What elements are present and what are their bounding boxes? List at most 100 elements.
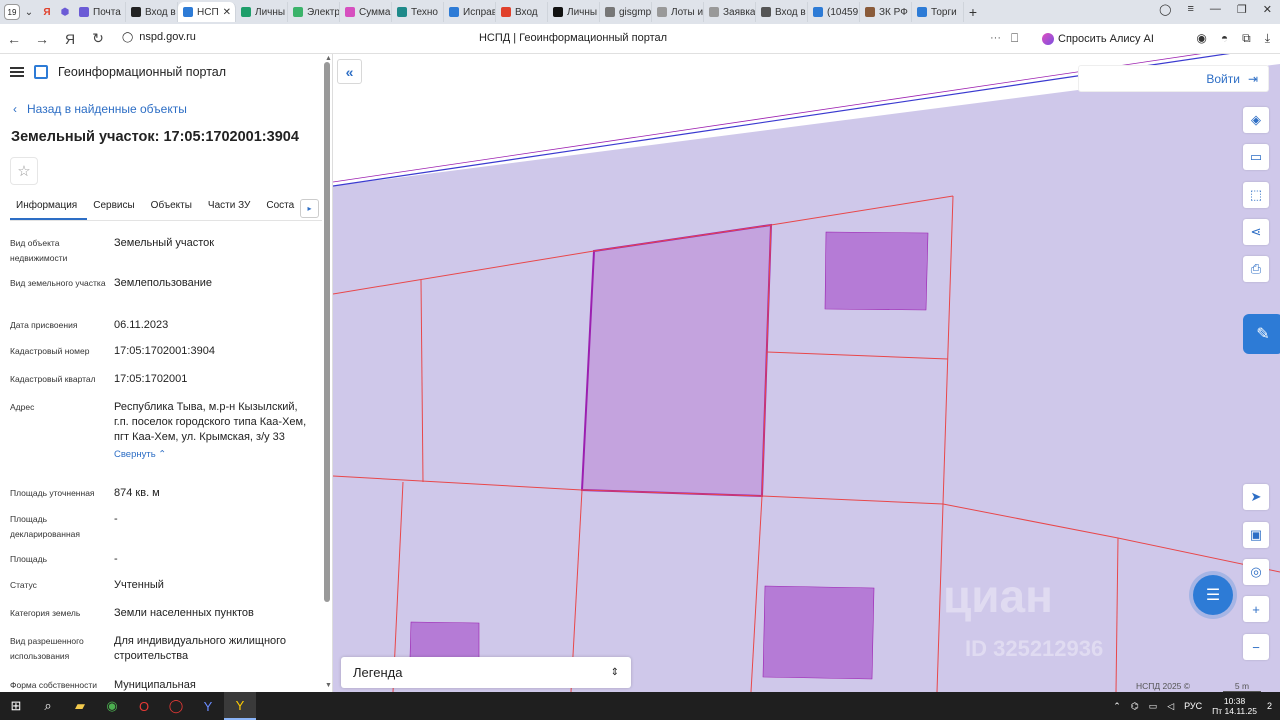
property-value-text: Земельный участок <box>114 237 215 249</box>
opera-gx-icon[interactable]: ◯ <box>160 692 192 720</box>
tray-up-icon[interactable]: ⌃ <box>1113 701 1121 712</box>
zoom-out-icon[interactable]: − <box>1243 634 1269 660</box>
windows-start-icon[interactable]: ⊞ <box>0 692 32 720</box>
property-value: Земли населенных пунктов <box>114 606 314 621</box>
browser-tab[interactable]: Сумма <box>340 2 392 22</box>
more-dots-icon[interactable]: ··· <box>990 32 1001 44</box>
property-key: Площадь декларированная <box>10 514 80 539</box>
ask-alice-button[interactable]: Спросить Алису AI <box>1036 28 1160 50</box>
browser-tab[interactable]: Почта <box>74 2 126 22</box>
yandex-icon[interactable]: Я <box>38 3 56 21</box>
window-controls: ◯ ≡ — ❐ ✕ <box>1159 3 1272 16</box>
network-icon[interactable]: ⌬ <box>1131 701 1139 712</box>
map-canvas[interactable]: циан ID 325212936 « Войти ⇥ ◈ ▭ ⬚ ⋖ ⎙ ✎ … <box>333 54 1280 692</box>
locate-icon[interactable]: ◎ <box>1243 559 1269 585</box>
minimize-icon[interactable]: — <box>1210 3 1221 16</box>
collapse-label: Свернуть <box>114 449 156 460</box>
panel-scrollbar[interactable] <box>324 62 330 602</box>
property-key: Площадь уточненная <box>10 488 95 498</box>
bookmark-icon[interactable]: ⎕ <box>1011 31 1018 46</box>
browser-tab[interactable]: Вход <box>496 2 548 22</box>
browser-tab[interactable]: Личны <box>236 2 288 22</box>
tab-0[interactable]: Информация <box>10 197 88 220</box>
tabs-scroll-right-icon[interactable]: ▸ <box>300 199 319 218</box>
new-tab-plus-icon[interactable]: + <box>964 3 982 21</box>
browser-tab[interactable]: Исправ <box>444 2 496 22</box>
notifications-badge[interactable]: 2 <box>1267 701 1272 711</box>
login-button[interactable]: Войти ⇥ <box>1078 65 1269 92</box>
tab-favicon-icon <box>761 7 771 17</box>
explorer-icon[interactable]: ▰ <box>64 692 96 720</box>
browser-tab[interactable]: Торги <box>912 2 964 22</box>
clock[interactable]: 10:38 Пт 14.11.25 <box>1212 696 1257 716</box>
battery-icon[interactable]: ▭ <box>1149 701 1158 712</box>
property-value-text: Муниципальная <box>114 679 196 691</box>
tab-favicon-icon <box>657 7 667 17</box>
browser-tab[interactable]: (10459 <box>808 2 860 22</box>
tab-favicon-icon <box>709 7 719 17</box>
tab-3[interactable]: Части ЗУ <box>202 197 260 220</box>
tab-close-icon[interactable]: ✕ <box>223 7 231 18</box>
yandex-browser-active-icon[interactable]: Y <box>224 692 256 720</box>
browser-tab[interactable]: gisgmp <box>600 2 652 22</box>
menu-icon[interactable]: ≡ <box>1187 3 1193 16</box>
yandex-browser-icon[interactable]: Y <box>192 692 224 720</box>
puzzle-icon[interactable]: ⧉ <box>1242 31 1251 46</box>
back-to-results-link[interactable]: ‹ Назад в найденные объекты <box>13 102 187 116</box>
chrome-icon[interactable]: ◉ <box>96 692 128 720</box>
scroll-up-icon[interactable]: ▲ <box>325 55 332 62</box>
profile-icon[interactable]: ◯ <box>1159 3 1171 16</box>
tab-label: gisgmp <box>619 6 652 18</box>
browser-tab[interactable]: Лоты и <box>652 2 704 22</box>
object-title: Земельный участок: 17:05:1702001:3904 <box>11 129 299 145</box>
legend-dropdown[interactable]: Легенда ⇕ <box>341 657 631 688</box>
property-value: 17:05:1702001 <box>114 372 314 387</box>
opera-icon[interactable]: O <box>128 692 160 720</box>
property-key: Дата присвоения <box>10 320 78 330</box>
restore-icon[interactable]: ❐ <box>1237 3 1247 16</box>
property-key: Адрес <box>10 402 35 412</box>
tab-1[interactable]: Сервисы <box>87 197 144 220</box>
close-window-icon[interactable]: ✕ <box>1263 3 1272 16</box>
navigate-icon[interactable]: ➤ <box>1243 484 1269 510</box>
tab-4[interactable]: Соста <box>260 197 304 220</box>
profile-extension-icon[interactable]: ◉ <box>1196 31 1206 46</box>
browser-tab[interactable]: НСП ✕ <box>178 2 236 22</box>
collapse-panel-icon[interactable]: « <box>337 59 362 84</box>
select-area-icon[interactable]: ⬚ <box>1243 182 1269 208</box>
chevron-left-icon: ‹ <box>13 102 17 116</box>
scroll-down-icon[interactable]: ▼ <box>325 682 332 689</box>
building <box>762 585 875 680</box>
feedback-icon[interactable]: ✎ <box>1243 314 1280 354</box>
tab-2[interactable]: Объекты <box>145 197 202 220</box>
collapse-address-link[interactable]: Свернуть ⌃ <box>114 447 314 462</box>
chat-icon[interactable]: ☰ <box>1193 575 1233 615</box>
browser-tab[interactable]: Заявка <box>704 2 756 22</box>
ruler-icon[interactable]: ▭ <box>1243 144 1269 170</box>
browser-tab[interactable]: Электр <box>288 2 340 22</box>
volume-icon[interactable]: ◁ <box>1167 701 1174 712</box>
print-icon[interactable]: ⎙ <box>1243 256 1269 282</box>
tab-menu-chevron-icon[interactable]: ⌄ <box>20 3 38 21</box>
share-icon[interactable]: ⋖ <box>1243 219 1269 245</box>
zoom-in-icon[interactable]: + <box>1243 596 1269 622</box>
tab-label: ЗК РФ <box>879 6 908 18</box>
property-key: Площадь <box>10 554 48 564</box>
hamburger-menu-icon[interactable] <box>10 67 24 77</box>
hat-icon[interactable]: ◓ <box>1221 31 1228 46</box>
browser-tab[interactable]: ЗК РФ <box>860 2 912 22</box>
tab-count-badge[interactable]: 19 <box>4 4 20 20</box>
object-info-panel: Геоинформационный портал ‹ Назад в найде… <box>0 54 333 692</box>
browser-tab[interactable]: Вход в <box>126 2 178 22</box>
minimap-icon[interactable]: ▣ <box>1243 522 1269 548</box>
search-icon[interactable]: ⌕ <box>32 692 64 720</box>
layers-icon[interactable]: ◈ <box>1243 107 1269 133</box>
download-icon[interactable]: ⤓ <box>1265 31 1270 46</box>
extensions-icon[interactable]: ⬢ <box>56 3 74 21</box>
property-value-text: - <box>114 553 118 565</box>
browser-tab[interactable]: Вход в <box>756 2 808 22</box>
favorite-star-icon[interactable]: ☆ <box>10 157 38 185</box>
browser-tab[interactable]: Техно <box>392 2 444 22</box>
lang-indicator[interactable]: РУС <box>1184 701 1202 711</box>
browser-tab[interactable]: Личны <box>548 2 600 22</box>
